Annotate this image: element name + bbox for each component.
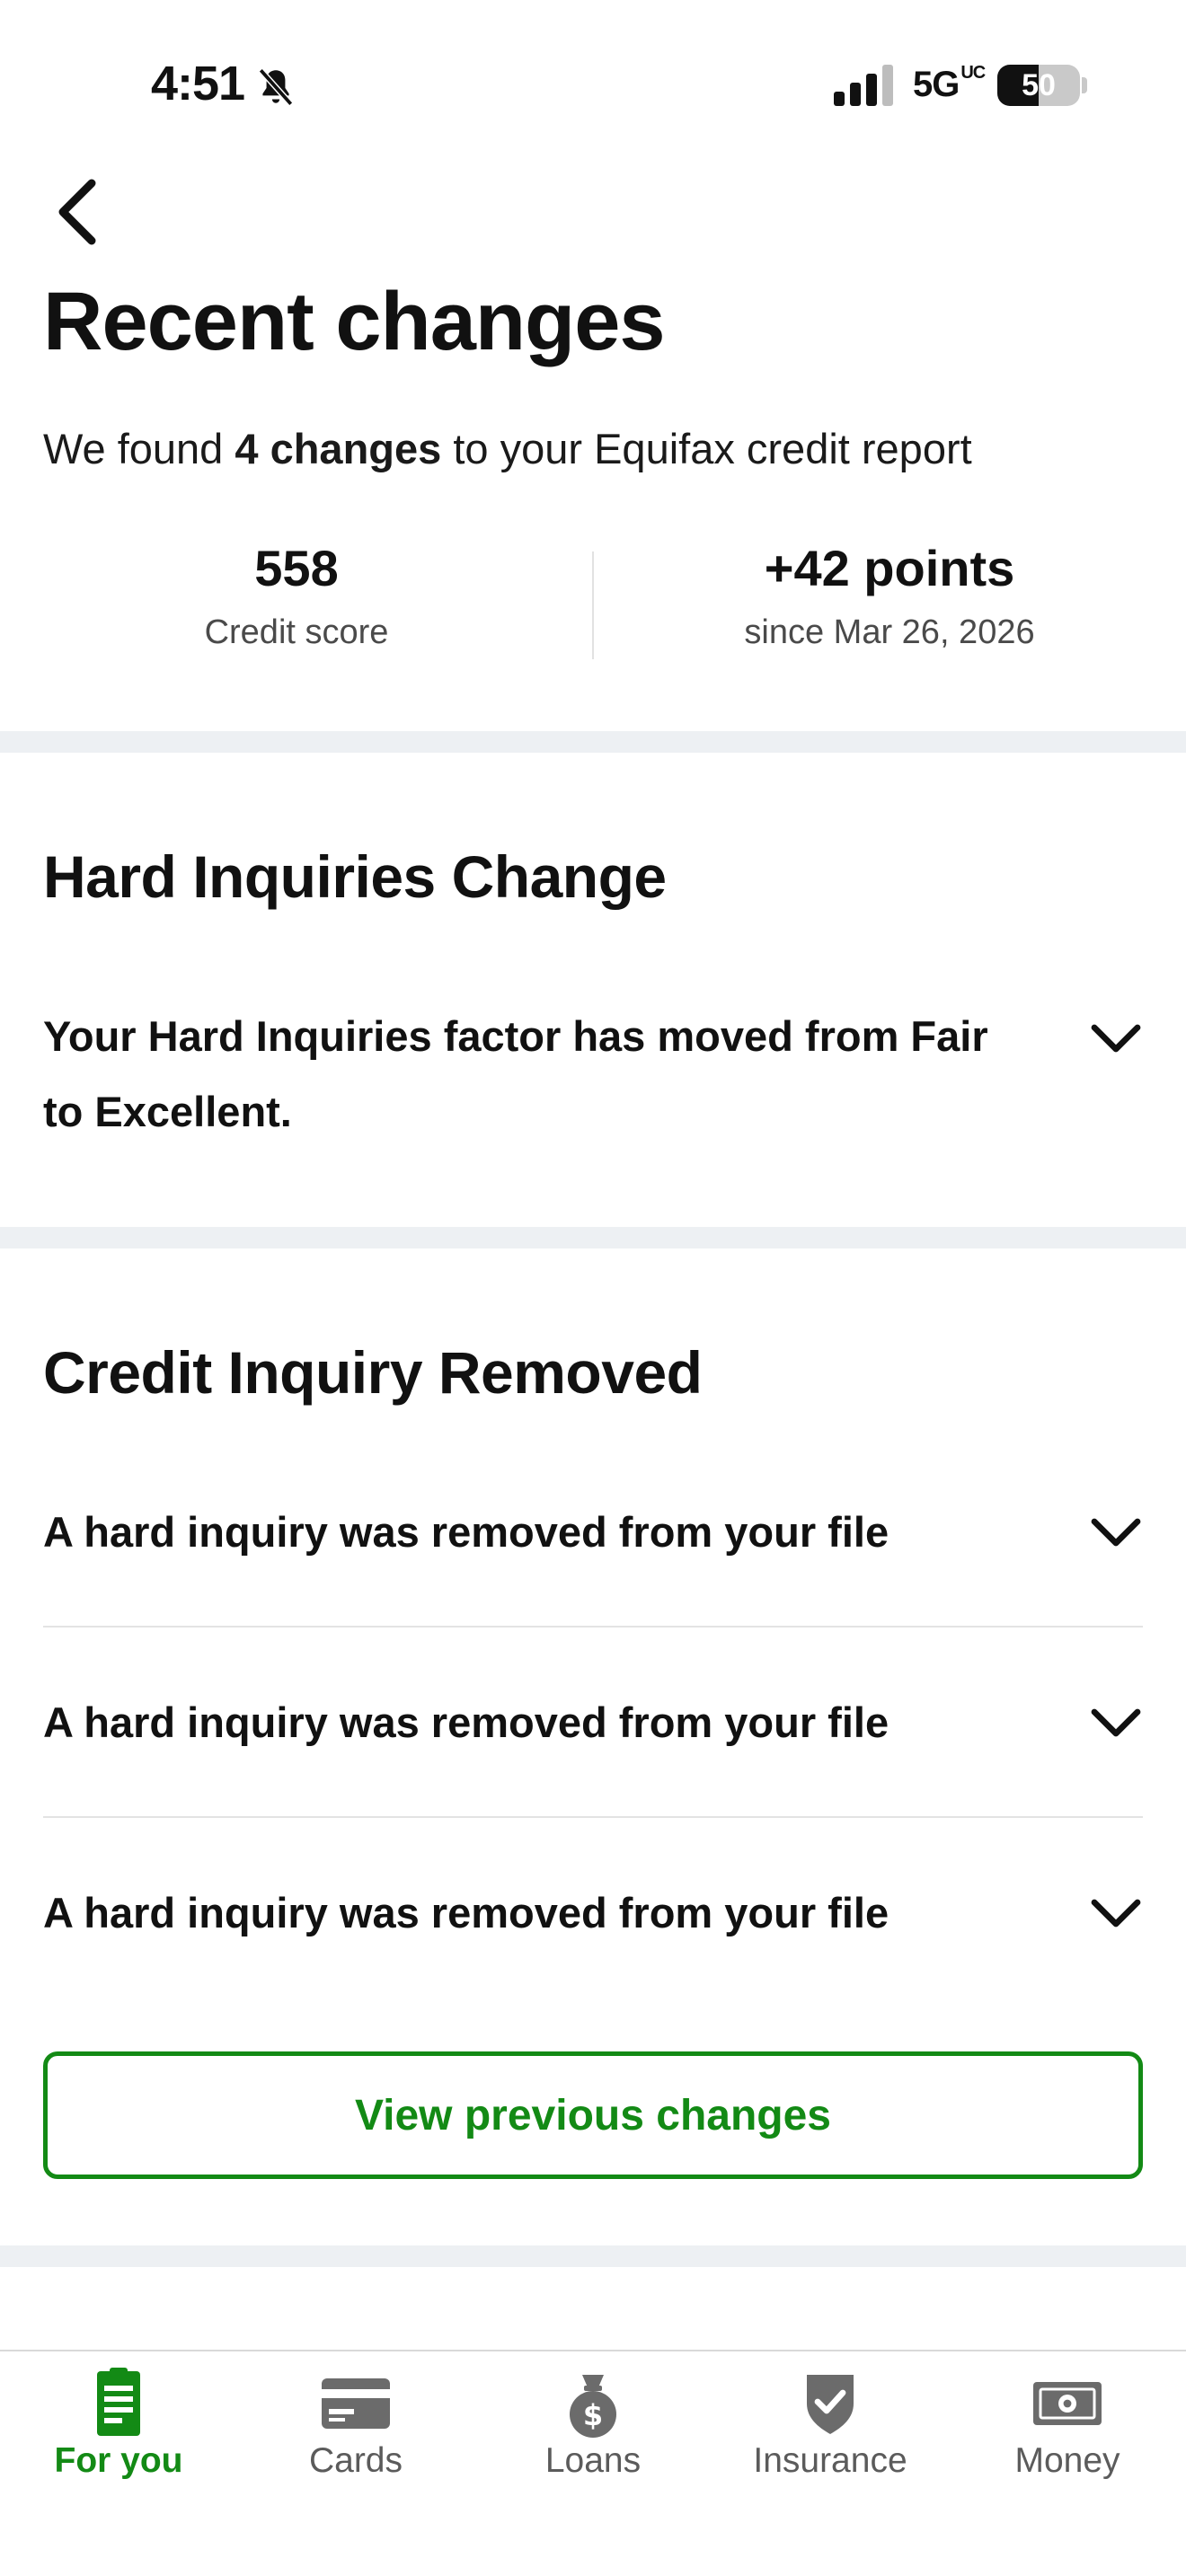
view-previous-changes-button[interactable]: View previous changes [43,2051,1143,2179]
chevron-down-icon [1091,1899,1141,1928]
document-icon [97,2368,140,2436]
back-button[interactable] [41,171,113,253]
nav-label: For you [54,2441,183,2480]
nav-item-money[interactable]: Money [949,2351,1186,2576]
status-time: 4:51 [151,57,245,110]
accordion-text: A hard inquiry was removed from your fil… [43,1698,890,1746]
score-change-value: +42 points [764,540,1015,596]
chevron-down-icon [1091,1518,1141,1547]
chevron-down-icon [1091,1024,1141,1053]
nav-label: Cards [308,2441,403,2480]
network-sup: UC [960,63,986,83]
section-title-hard-inquiries: Hard Inquiries Change [43,843,667,910]
nav-item-cards[interactable]: Cards [237,2351,474,2576]
network-label: 5G UC [913,63,986,104]
accordion-text: A hard inquiry was removed from your fil… [43,1508,890,1556]
nav-label: Loans [544,2441,642,2480]
shield-icon [807,2375,854,2434]
score-summary: 558 Credit score +42 points since Mar 26… [0,539,1186,674]
battery-nub [1082,77,1087,93]
accordion-inquiry-removed-3[interactable]: A hard inquiry was removed from your fil… [43,1875,1143,1951]
chevron-left-icon [58,179,96,245]
nav-label: Insurance [753,2441,907,2480]
section-separator [0,2245,1186,2267]
bell-slash-icon [258,68,294,106]
accordion-inquiry-removed-1[interactable]: A hard inquiry was removed from your fil… [43,1495,1143,1570]
credit-score-label: Credit score [204,613,389,651]
credit-score-value: 558 [254,540,339,596]
score-change-stat: +42 points since Mar 26, 2026 [593,539,1186,652]
card-icon [322,2378,390,2429]
section-separator [0,1227,1186,1248]
accordion-inquiry-removed-2[interactable]: A hard inquiry was removed from your fil… [43,1685,1143,1760]
bottom-nav: For you Cards $ Loans Insurance Money [0,2350,1186,2576]
nav-item-insurance[interactable]: Insurance [712,2351,949,2576]
accordion-hard-inquiries-factor[interactable]: Your Hard Inquiries factor has moved fro… [43,999,1143,1150]
svg-text:$: $ [583,2398,603,2432]
battery-icon: 50 [997,65,1080,106]
status-bar: 4:51 5G UC 50 [0,0,1186,171]
money-bag-icon: $ [570,2375,616,2438]
battery-level: 50 [1022,68,1056,102]
cash-icon [1033,2382,1102,2425]
accordion-text: A hard inquiry was removed from your fil… [43,1889,890,1936]
subtitle: We found 4 changes to your Equifax credi… [43,425,972,472]
credit-score-stat: 558 Credit score [0,539,593,652]
row-divider [43,1626,1143,1628]
nav-item-loans[interactable]: $ Loans [474,2351,712,2576]
changes-count: 4 changes [235,425,442,472]
page-title: Recent changes [43,276,666,367]
row-divider [43,1816,1143,1818]
signal-icon [834,65,893,106]
chevron-down-icon [1091,1708,1141,1737]
nav-label: Money [1014,2441,1120,2480]
nav-item-for-you[interactable]: For you [0,2351,237,2576]
accordion-text: Your Hard Inquiries factor has moved fro… [43,1012,988,1135]
score-change-label: since Mar 26, 2026 [744,613,1035,651]
section-separator [0,731,1186,753]
section-title-credit-inquiry-removed: Credit Inquiry Removed [43,1339,703,1406]
